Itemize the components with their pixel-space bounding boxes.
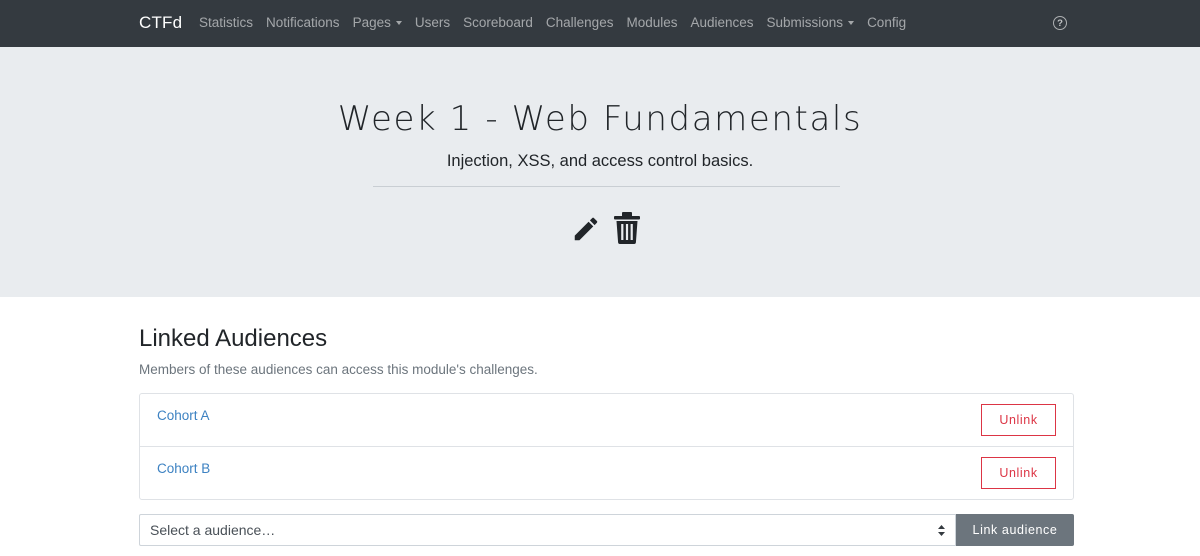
page-title: Week 1 - Web Fundamentals (337, 99, 863, 139)
nav-item-pages[interactable]: Pages (353, 15, 402, 30)
pencil-icon[interactable] (571, 214, 601, 244)
nav-item-statistics[interactable]: Statistics (199, 15, 253, 30)
nav-item-label: Notifications (266, 15, 340, 30)
nav-item-challenges[interactable]: Challenges (546, 15, 614, 30)
page-subtitle: Injection, XSS, and access control basic… (446, 152, 754, 170)
link-audience-button[interactable]: Link audience (956, 514, 1074, 546)
nav-item-label: Modules (626, 15, 678, 30)
section-description: Members of these audiences can access th… (139, 362, 538, 377)
nav-item-label: Pages (352, 15, 391, 30)
nav-item-config[interactable]: Config (867, 15, 906, 30)
top-navbar: CTFd Statistics Notifications Pages User… (0, 0, 1200, 47)
audience-select[interactable]: Select a audience… (139, 514, 956, 546)
trash-icon[interactable] (614, 212, 640, 244)
list-item: Cohort B Unlink (140, 447, 1073, 500)
nav-item-users[interactable]: Users (415, 15, 450, 30)
audience-link[interactable]: Cohort B (157, 461, 210, 476)
nav-item-scoreboard[interactable]: Scoreboard (463, 15, 533, 30)
module-header: Week 1 - Web Fundamentals Injection, XSS… (0, 47, 1200, 297)
question-circle-icon[interactable]: ? (1053, 16, 1067, 30)
nav-item-label: Statistics (199, 15, 254, 30)
nav-item-notifications[interactable]: Notifications (266, 15, 340, 30)
nav-item-submissions[interactable]: Submissions (767, 15, 855, 30)
caret-down-icon (848, 20, 855, 25)
nav-item-label: Users (414, 15, 451, 30)
nav-item-modules[interactable]: Modules (626, 15, 677, 30)
select-placeholder: Select a audience… (150, 522, 276, 538)
list-item: Cohort A Unlink (140, 394, 1073, 447)
unlink-button[interactable]: Unlink (981, 404, 1056, 436)
brand-logo[interactable]: CTFd (139, 13, 182, 33)
nav-menu: Statistics Notifications Pages Users Sco… (199, 15, 919, 30)
divider (373, 186, 840, 187)
nav-item-audiences[interactable]: Audiences (690, 15, 753, 30)
unlink-button[interactable]: Unlink (981, 457, 1056, 489)
audience-list: Cohort A Unlink Cohort B Unlink (139, 393, 1074, 500)
nav-item-label: Scoreboard (463, 15, 533, 30)
select-arrows-icon (938, 525, 945, 536)
nav-item-label: Challenges (545, 15, 614, 30)
nav-item-label: Config (867, 15, 907, 30)
caret-down-icon (395, 20, 402, 25)
nav-item-label: Audiences (690, 15, 754, 30)
audience-link[interactable]: Cohort A (157, 408, 210, 423)
nav-item-label: Submissions (766, 15, 844, 30)
section-title: Linked Audiences (139, 325, 328, 352)
